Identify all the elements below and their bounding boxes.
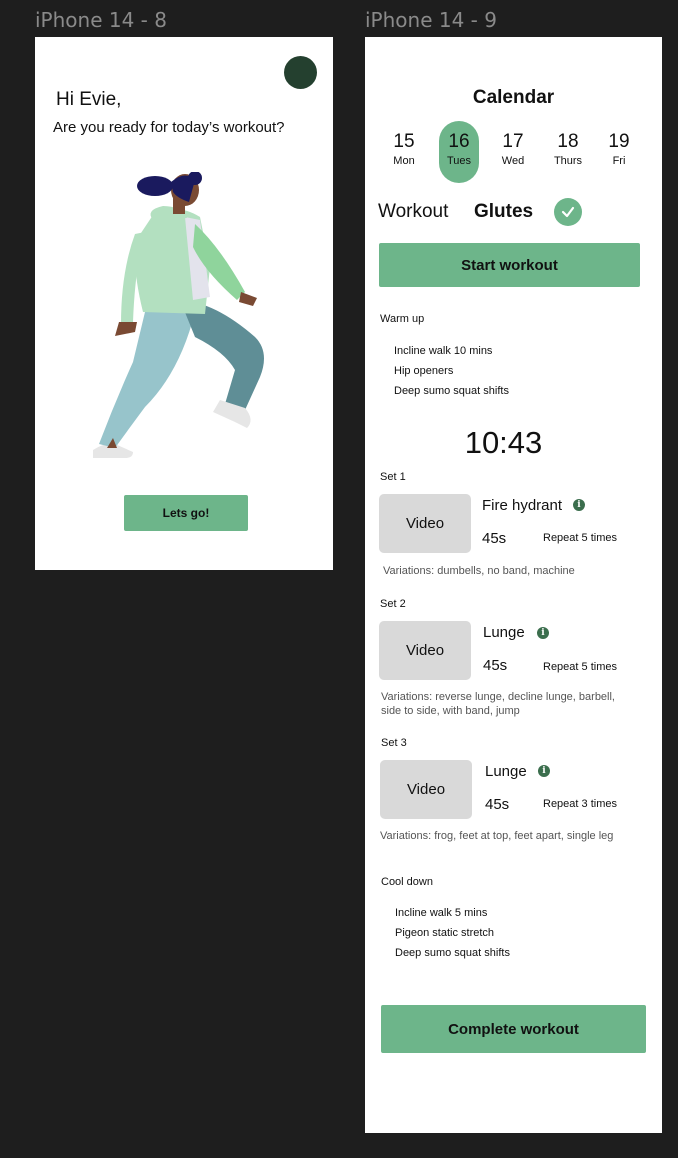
set-2-repeat: Repeat 5 times: [543, 661, 617, 673]
day-name: Wed: [501, 155, 525, 167]
set-3-variations: Variations: frog, feet at top, feet apar…: [380, 830, 614, 842]
day-name: Tues: [446, 155, 472, 167]
lets-go-button[interactable]: Lets go!: [124, 495, 248, 531]
workout-name: Glutes: [474, 201, 534, 222]
set-2-variations-line-1: Variations: reverse lunge, decline lunge…: [381, 691, 615, 703]
workout-label: Workout: [378, 201, 449, 222]
day-name: Thurs: [553, 155, 583, 167]
greeting: Hi Evie,: [56, 89, 122, 110]
warmup-item: Deep sumo squat shifts: [394, 385, 509, 397]
calendar-title: Calendar: [472, 87, 555, 108]
set-1-duration: 45s: [482, 530, 507, 547]
set-1-variations: Variations: dumbells, no band, machine: [383, 565, 575, 577]
set-1-repeat: Repeat 5 times: [543, 532, 617, 544]
info-icon[interactable]: i: [573, 499, 585, 511]
set-1-exercise: Fire hydrant: [482, 497, 563, 514]
set-3-repeat: Repeat 3 times: [543, 798, 617, 810]
cooldown-item: Deep sumo squat shifts: [395, 947, 510, 959]
day-number: 19: [608, 131, 630, 152]
set-3-label: Set 3: [381, 737, 407, 749]
woman-illustration: [93, 172, 264, 458]
calendar-day-15[interactable]: 15 Mon: [384, 121, 424, 183]
set-2-exercise: Lunge: [483, 624, 525, 641]
home-screen: Hi Evie, Are you ready for today’s worko…: [35, 37, 333, 570]
calendar-day-17[interactable]: 17 Wed: [493, 121, 533, 183]
checkmark-icon[interactable]: [554, 198, 582, 226]
complete-workout-button[interactable]: Complete workout: [381, 1005, 646, 1053]
day-name: Fri: [612, 155, 626, 167]
info-icon[interactable]: i: [537, 627, 549, 639]
set-3-video[interactable]: Video: [380, 760, 472, 819]
workout-screen: Calendar 15 Mon 16 Tues 17 Wed 18 Thurs …: [365, 37, 662, 1133]
cooldown-heading: Cool down: [381, 876, 433, 888]
day-number: 15: [393, 131, 415, 152]
calendar-day-19[interactable]: 19 Fri: [599, 121, 639, 183]
set-2-variations-line-2: side to side, with band, jump: [381, 705, 520, 717]
set-2-duration: 45s: [483, 657, 508, 674]
day-number: 17: [502, 131, 524, 152]
frame-label-home: iPhone 14 - 8: [35, 8, 167, 32]
start-workout-button[interactable]: Start workout: [379, 243, 640, 287]
set-1-video[interactable]: Video: [379, 494, 471, 553]
set-1-label: Set 1: [380, 471, 406, 483]
set-2-label: Set 2: [380, 598, 406, 610]
cooldown-item: Incline walk 5 mins: [395, 907, 488, 919]
avatar[interactable]: [284, 56, 317, 89]
day-number: 18: [557, 131, 579, 152]
workout-timer: 10:43: [464, 425, 543, 460]
calendar-day-16-selected[interactable]: 16 Tues: [439, 121, 479, 183]
frame-label-workout: iPhone 14 - 9: [365, 8, 497, 32]
day-name: Mon: [393, 155, 415, 167]
warmup-item: Incline walk 10 mins: [394, 345, 493, 357]
info-icon[interactable]: i: [538, 765, 550, 777]
warmup-item: Hip openers: [394, 365, 454, 377]
set-3-duration: 45s: [485, 796, 510, 813]
day-number: 16: [448, 131, 470, 152]
calendar-day-18[interactable]: 18 Thurs: [548, 121, 588, 183]
set-2-video[interactable]: Video: [379, 621, 471, 680]
workout-question: Are you ready for today’s workout?: [53, 119, 285, 136]
cooldown-item: Pigeon static stretch: [395, 927, 495, 939]
warmup-heading: Warm up: [380, 313, 425, 325]
set-3-exercise: Lunge: [485, 763, 527, 780]
